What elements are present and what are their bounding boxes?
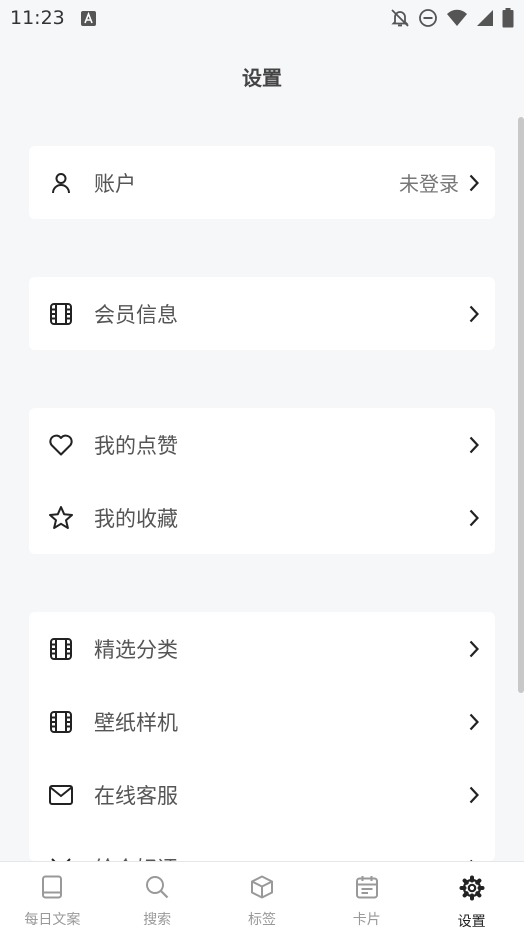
settings-row-rate[interactable]: 给个好评: [29, 831, 495, 861]
chevron-right-icon: [467, 638, 481, 660]
settings-row-label: 给个好评: [94, 853, 467, 862]
nav-daily-copy[interactable]: 每日文案: [0, 862, 105, 934]
settings-row-label: 会员信息: [94, 302, 178, 327]
nav-label: 设置: [457, 914, 486, 930]
book-icon: [41, 875, 63, 903]
settings-row-label: 我的点赞: [94, 433, 178, 458]
chevron-right-icon: [467, 507, 481, 529]
nav-cards[interactable]: 卡片: [314, 862, 419, 934]
settings-row-label: 账户: [94, 171, 136, 196]
film-icon: [48, 636, 74, 662]
account-status-value: 未登录: [399, 172, 459, 196]
nav-label: 标签: [247, 912, 276, 928]
bell-off-icon: [390, 8, 410, 28]
bottom-nav: 每日文案 搜索 标签 卡片 设置: [0, 861, 524, 934]
chevron-right-icon: [467, 711, 481, 733]
star-icon: [48, 505, 74, 531]
nav-settings[interactable]: 设置: [419, 862, 524, 934]
mail-icon: [48, 782, 74, 808]
settings-row-label: 在线客服: [94, 783, 178, 808]
settings-row-categories[interactable]: 精选分类: [29, 612, 495, 685]
nav-label: 每日文案: [24, 912, 81, 928]
status-bar: 11:23: [0, 0, 524, 36]
gear-icon: [459, 875, 485, 905]
wifi-icon: [446, 9, 468, 27]
heart-icon: [48, 432, 74, 458]
settings-row-support[interactable]: 在线客服: [29, 758, 495, 831]
settings-row-label: 壁纸样机: [94, 710, 178, 735]
misc-card: 精选分类 壁纸样机 在线客服 给个好评: [29, 612, 495, 861]
calendar-icon: [355, 875, 379, 903]
settings-row-wallpaper[interactable]: 壁纸样机: [29, 685, 495, 758]
scrollbar[interactable]: [518, 117, 524, 693]
settings-row-favorites[interactable]: 我的收藏: [29, 481, 495, 554]
settings-row-membership[interactable]: 会员信息: [29, 277, 495, 350]
page-title: 设置: [242, 66, 282, 90]
favorites-card: 我的点赞 我的收藏: [29, 408, 495, 554]
membership-card: 会员信息: [29, 277, 495, 350]
chevron-right-icon: [467, 434, 481, 456]
settings-row-account[interactable]: 账户 未登录: [29, 146, 495, 219]
film-icon: [48, 709, 74, 735]
nav-label: 搜索: [143, 912, 172, 928]
status-time: 11:23: [10, 7, 65, 29]
nav-tags[interactable]: 标签: [210, 862, 315, 934]
signal-icon: [476, 9, 494, 27]
user-icon: [48, 170, 74, 196]
battery-icon: [502, 8, 514, 28]
search-icon: [145, 875, 169, 903]
chevron-right-icon: [467, 303, 481, 325]
settings-row-label: 精选分类: [94, 637, 178, 662]
film-icon: [48, 301, 74, 327]
nav-label: 卡片: [352, 912, 381, 928]
account-card: 账户 未登录: [29, 146, 495, 219]
nav-search[interactable]: 搜索: [105, 862, 210, 934]
keyboard-notification-icon: [80, 10, 96, 26]
do-not-disturb-icon: [418, 8, 438, 28]
chevron-right-icon: [467, 784, 481, 806]
chevron-right-icon: [467, 172, 481, 194]
cube-icon: [250, 875, 274, 903]
settings-row-label: 我的收藏: [94, 506, 178, 531]
settings-row-likes[interactable]: 我的点赞: [29, 408, 495, 481]
